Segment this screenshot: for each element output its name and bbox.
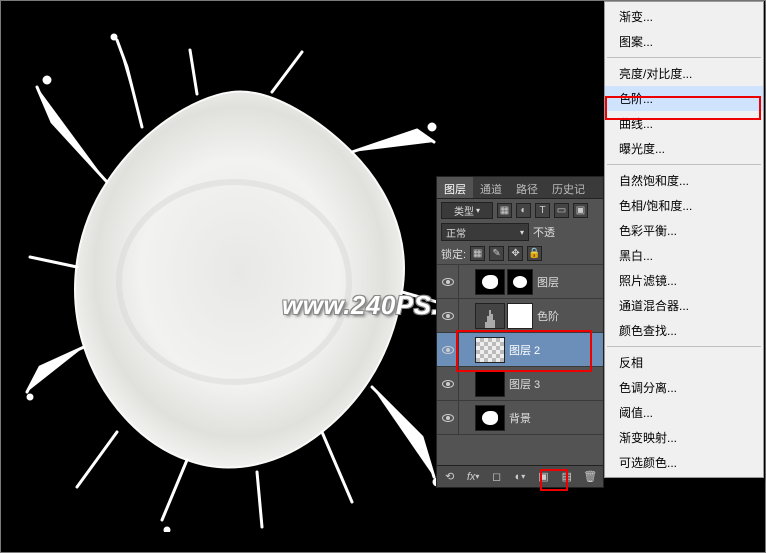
menu-item[interactable]: 阈值... (605, 400, 763, 425)
add-mask-icon[interactable]: ◻ (488, 469, 505, 485)
visibility-toggle[interactable] (437, 367, 459, 400)
menu-item[interactable]: 颜色查找... (605, 318, 763, 343)
visibility-toggle[interactable] (437, 333, 459, 366)
menu-item[interactable]: 渐变映射... (605, 425, 763, 450)
layer-thumbnail[interactable] (475, 269, 505, 295)
blend-mode-label: 正常 (446, 225, 466, 240)
opacity-label[interactable]: 不透 (533, 224, 555, 240)
menu-item[interactable]: 曲线... (605, 111, 763, 136)
menu-item[interactable]: 渐变... (605, 4, 763, 29)
layer-name[interactable]: 色阶 (535, 308, 603, 324)
layer-mask-thumbnail[interactable] (507, 303, 533, 329)
layers-panel: 图层 通道 路径 历史记 类型 ▾ ▦ ◐ T ▭ ▣ 正常 ▾ 不透 锁定: … (436, 176, 604, 488)
layer-row[interactable]: 色阶 (437, 299, 603, 333)
visibility-toggle[interactable] (437, 265, 459, 298)
layer-filter-type[interactable]: 类型 ▾ (441, 202, 493, 219)
menu-item[interactable]: 反相 (605, 350, 763, 375)
layer-row[interactable]: 图层 2 (437, 333, 603, 367)
menu-item[interactable]: 图案... (605, 29, 763, 54)
chevron-down-icon: ▾ (520, 228, 524, 237)
filter-pixel-icon[interactable]: ▦ (497, 203, 512, 218)
layer-name[interactable]: 背景 (507, 410, 603, 426)
layer-thumbnail[interactable] (475, 371, 505, 397)
eye-icon (442, 312, 454, 320)
panel-footer: ⟲ fx▾ ◻ ◐▾ ▣ ▤ 🗑 (437, 465, 603, 487)
layers-list: 图层 色阶 图层 2 图层 3 (437, 265, 603, 435)
milk-splash-image (22, 32, 442, 532)
layer-row[interactable]: 图层 3 (437, 367, 603, 401)
layer-row[interactable]: 背景 (437, 401, 603, 435)
menu-item[interactable]: 自然饱和度... (605, 168, 763, 193)
chevron-down-icon: ▾ (476, 206, 480, 215)
menu-separator (607, 57, 761, 58)
eye-icon (442, 346, 454, 354)
layer-thumbnail[interactable] (475, 405, 505, 431)
lock-transparent-icon[interactable]: ▦ (470, 246, 485, 261)
adjustment-layer-icon[interactable]: ◐▾ (511, 469, 528, 485)
filter-type-icon[interactable]: T (535, 203, 550, 218)
menu-item[interactable]: 照片滤镜... (605, 268, 763, 293)
app-frame: www.240PS.com 图层 通道 路径 历史记 类型 ▾ ▦ ◐ T ▭ … (0, 0, 766, 553)
layer-fx-icon[interactable]: fx▾ (464, 469, 481, 485)
tab-channels[interactable]: 通道 (473, 177, 509, 198)
lock-label: 锁定: (441, 246, 466, 262)
lock-position-icon[interactable]: ✥ (508, 246, 523, 261)
new-layer-icon[interactable]: ▤ (558, 469, 575, 485)
menu-item[interactable]: 色相/饱和度... (605, 193, 763, 218)
layer-name[interactable]: 图层 2 (507, 342, 603, 358)
menu-item[interactable]: 色彩平衡... (605, 218, 763, 243)
adjustment-thumbnail[interactable] (475, 303, 505, 329)
menu-item[interactable]: 可选颜色... (605, 450, 763, 475)
filter-type-label: 类型 (454, 203, 474, 218)
layer-name[interactable]: 图层 (535, 274, 603, 290)
filter-row: 类型 ▾ ▦ ◐ T ▭ ▣ (437, 199, 603, 221)
layer-name[interactable]: 图层 3 (507, 376, 603, 392)
menu-item[interactable]: 亮度/对比度... (605, 61, 763, 86)
panel-tabs: 图层 通道 路径 历史记 (437, 177, 603, 199)
layer-row[interactable]: 图层 (437, 265, 603, 299)
layer-thumbnail[interactable] (475, 337, 505, 363)
menu-item[interactable]: 通道混合器... (605, 293, 763, 318)
eye-icon (442, 380, 454, 388)
menu-separator (607, 346, 761, 347)
tab-paths[interactable]: 路径 (509, 177, 545, 198)
link-layers-icon[interactable]: ⟲ (441, 469, 458, 485)
layer-mask-thumbnail[interactable] (507, 269, 533, 295)
visibility-toggle[interactable] (437, 299, 459, 332)
tab-history[interactable]: 历史记 (545, 177, 592, 198)
delete-layer-icon[interactable]: 🗑 (582, 469, 599, 485)
filter-shape-icon[interactable]: ▭ (554, 203, 569, 218)
tab-layers[interactable]: 图层 (437, 177, 473, 198)
menu-item[interactable]: 色调分离... (605, 375, 763, 400)
filter-smart-icon[interactable]: ▣ (573, 203, 588, 218)
eye-icon (442, 278, 454, 286)
adjustment-context-menu: 渐变...图案... 亮度/对比度...色阶...曲线...曝光度... 自然饱和度… (604, 1, 764, 478)
visibility-toggle[interactable] (437, 401, 459, 434)
lock-paint-icon[interactable]: ✎ (489, 246, 504, 261)
lock-row: 锁定: ▦ ✎ ✥ 🔒 (437, 243, 603, 265)
menu-separator (607, 164, 761, 165)
lock-all-icon[interactable]: 🔒 (527, 246, 542, 261)
menu-item[interactable]: 黑白... (605, 243, 763, 268)
group-icon[interactable]: ▣ (535, 469, 552, 485)
menu-item[interactable]: 色阶... (605, 86, 763, 111)
menu-item[interactable]: 曝光度... (605, 136, 763, 161)
blend-mode-select[interactable]: 正常 ▾ (441, 223, 529, 241)
blend-row: 正常 ▾ 不透 (437, 221, 603, 243)
filter-adjust-icon[interactable]: ◐ (516, 203, 531, 218)
eye-icon (442, 414, 454, 422)
